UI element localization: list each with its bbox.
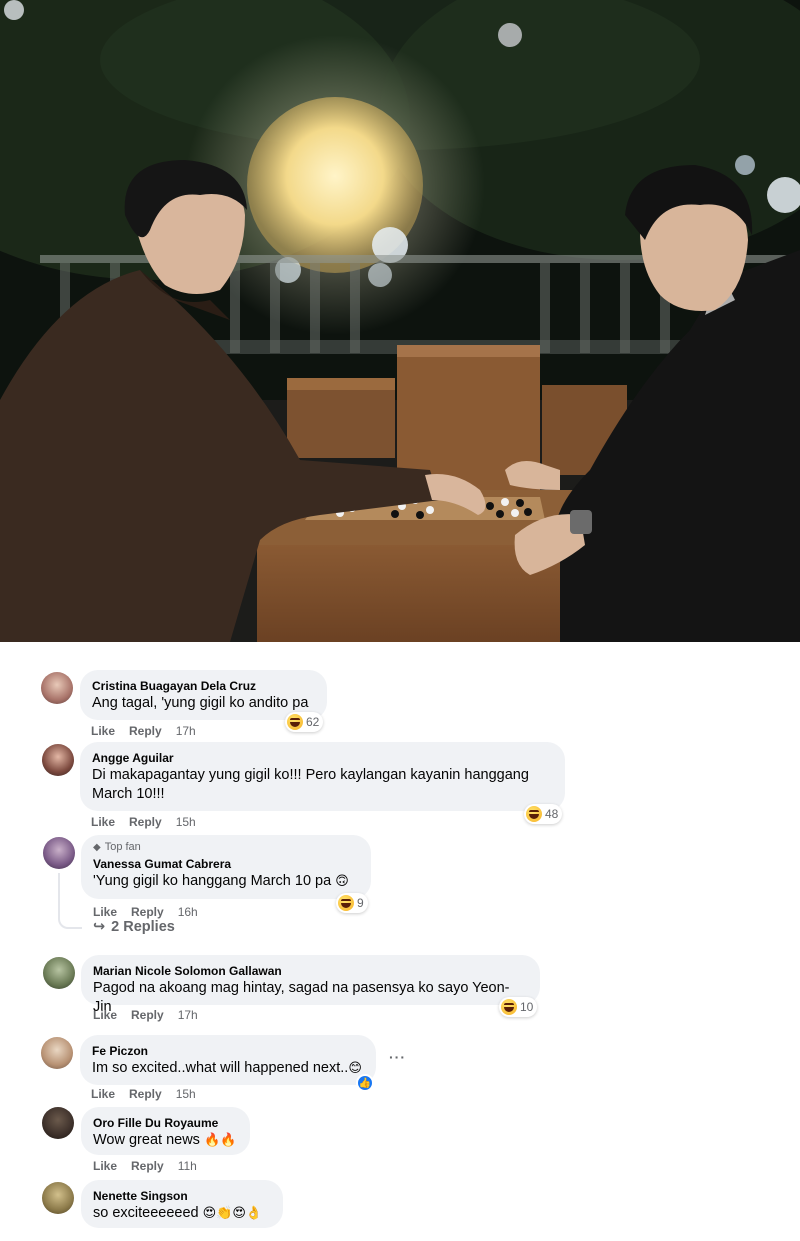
comment-text: Im so excited..what will happened next..… [92, 1059, 364, 1078]
avatar[interactable] [42, 1107, 74, 1139]
comment-author[interactable]: Cristina Buagayan Dela Cruz [92, 678, 315, 694]
comment-actions: Like Reply 16h [93, 905, 198, 919]
haha-emoji-icon [338, 895, 354, 911]
comment-actions: Like Reply 11h [93, 1159, 197, 1173]
comment-text-body: Wow great news [93, 1132, 200, 1148]
comment-timestamp[interactable]: 15h [176, 1087, 196, 1101]
like-thumb-icon[interactable]: 👍 [356, 1074, 374, 1092]
comment-timestamp[interactable]: 15h [176, 815, 196, 829]
emoji: 🙃 [335, 874, 349, 889]
reply-link[interactable]: Reply [129, 815, 162, 829]
diamond-icon: ◆ [93, 842, 101, 853]
avatar[interactable] [42, 744, 74, 776]
reaction-count: 9 [357, 896, 364, 910]
replies-count: 2 Replies [111, 919, 175, 935]
reaction-summary[interactable]: 10 [499, 997, 538, 1017]
comment-actions: Like Reply 17h [91, 724, 196, 738]
like-link[interactable]: Like [93, 1159, 117, 1173]
reply-link[interactable]: Reply [131, 905, 164, 919]
comment-author[interactable]: Angge Aguilar [92, 750, 553, 766]
like-link[interactable]: Like [91, 724, 115, 738]
comment-author[interactable]: Vanessa Gumat Cabrera [93, 856, 359, 872]
comment-timestamp[interactable]: 16h [178, 905, 198, 919]
avatar[interactable] [41, 1037, 73, 1069]
comment-text-body: so exciteeeeeed [93, 1205, 199, 1221]
like-link[interactable]: Like [93, 1008, 117, 1022]
haha-emoji-icon [526, 806, 542, 822]
reaction-summary[interactable]: 62 [285, 712, 324, 732]
reaction-count: 48 [545, 807, 559, 821]
photo-scene [0, 0, 800, 642]
fire-emoji: 🔥🔥 [203, 1133, 237, 1148]
avatar[interactable] [41, 672, 73, 704]
more-options-icon[interactable]: ··· [389, 1049, 406, 1065]
reaction-count: 62 [306, 715, 320, 729]
comment-bubble: ◆ Top fan Vanessa Gumat Cabrera 'Yung gi… [81, 835, 371, 899]
post-photo[interactable] [0, 0, 800, 642]
haha-emoji-icon [501, 999, 517, 1015]
like-link[interactable]: Like [93, 905, 117, 919]
top-fan-badge: ◆ Top fan [93, 841, 359, 854]
reply-arrow-icon: ↪ [93, 919, 106, 935]
comment-actions: Like Reply 15h [91, 815, 196, 829]
comment-text-body: Im so excited..what will happened next.. [92, 1060, 349, 1076]
comment-text: 'Yung gigil ko hanggang March 10 pa 🙃 [93, 872, 359, 891]
comment-text: so exciteeeeeed 😍👏😍👌 [93, 1204, 271, 1223]
reaction-summary[interactable]: 48 [524, 804, 563, 824]
view-replies-button[interactable]: ↪ 2 Replies [93, 919, 175, 935]
comment-author[interactable]: Marian Nicole Solomon Gallawan [93, 963, 528, 979]
reply-link[interactable]: Reply [131, 1008, 164, 1022]
reply-link[interactable]: Reply [129, 724, 162, 738]
reply-link[interactable]: Reply [131, 1159, 164, 1173]
comment-actions: Like Reply 17h [93, 1008, 198, 1022]
comment-author[interactable]: Fe Piczon [92, 1043, 364, 1059]
badge-label: Top fan [104, 841, 141, 853]
comment-actions: Like Reply 15h [91, 1087, 196, 1101]
reply-link[interactable]: Reply [129, 1087, 162, 1101]
comment-timestamp[interactable]: 17h [176, 724, 196, 738]
reaction-summary[interactable]: 9 [336, 893, 368, 913]
comment-text: Wow great news 🔥🔥 [93, 1131, 238, 1150]
comment-timestamp[interactable]: 17h [178, 1008, 198, 1022]
comment-text-body: 'Yung gigil ko hanggang March 10 pa [93, 873, 332, 889]
reaction-count: 10 [520, 1000, 534, 1014]
comment-author[interactable]: Oro Fille Du Royaume [93, 1115, 238, 1131]
emoji: 😍👏😍👌 [202, 1206, 263, 1221]
emoji: 😊 [348, 1061, 362, 1076]
comment-bubble: Marian Nicole Solomon Gallawan Pagod na … [81, 955, 540, 1015]
like-link[interactable]: Like [91, 815, 115, 829]
comments-section: Cristina Buagayan Dela Cruz Ang tagal, '… [0, 642, 800, 1241]
comment-author[interactable]: Nenette Singson [93, 1188, 271, 1204]
comment-bubble: Fe Piczon Im so excited..what will happe… [80, 1035, 376, 1085]
avatar[interactable] [43, 837, 75, 869]
like-link[interactable]: Like [91, 1087, 115, 1101]
comment-timestamp[interactable]: 11h [178, 1159, 197, 1173]
thread-connector [58, 873, 82, 929]
comment-bubble: Nenette Singson so exciteeeeeed 😍👏😍👌 [81, 1180, 283, 1228]
haha-emoji-icon [287, 714, 303, 730]
avatar[interactable] [42, 1182, 74, 1214]
avatar[interactable] [43, 957, 75, 989]
comment-bubble: Angge Aguilar Di makapagantay yung gigil… [80, 742, 565, 811]
comment-text: Di makapagantay yung gigil ko!!! Pero ka… [92, 767, 529, 802]
comment-bubble: Oro Fille Du Royaume Wow great news 🔥🔥 [81, 1107, 250, 1155]
comment-text: Ang tagal, 'yung gigil ko andito pa [92, 695, 309, 711]
